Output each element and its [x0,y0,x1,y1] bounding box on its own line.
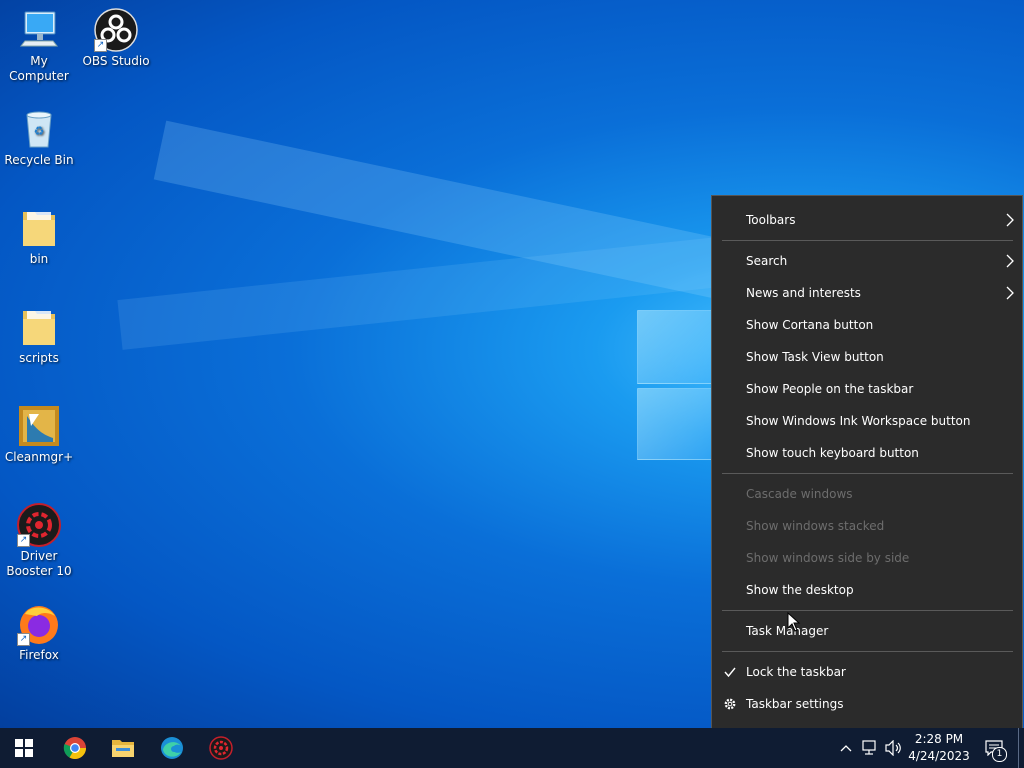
folder-icon [17,206,61,250]
menu-item-news-and-interests[interactable]: News and interests [712,278,1022,308]
edge-button[interactable] [148,728,196,768]
shortcut-arrow-icon: ↗ [94,39,107,52]
menu-separator [722,240,1013,241]
menu-item-label: Show touch keyboard button [746,446,919,460]
menu-item-label: Show the desktop [746,583,854,597]
folder-icon [112,740,134,757]
menu-item-show-cortana-button[interactable]: Show Cortana button [712,310,1022,340]
clock-time: 2:28 PM [914,732,964,746]
menu-item-search[interactable]: Search [712,246,1022,276]
menu-item-show-touch-keyboard[interactable]: Show touch keyboard button [712,438,1022,468]
chevron-right-icon [1006,286,1014,300]
desktop-icon-bin[interactable]: bin [0,206,79,267]
menu-item-label: Cascade windows [746,487,853,501]
folder-icon [17,305,61,349]
windows-logo-icon [15,739,33,757]
desktop-icon-label: bin [29,252,49,266]
network-button[interactable] [861,738,881,758]
menu-item-label: Search [746,254,788,268]
firefox-icon: ↗ [17,602,61,646]
svg-text:♻: ♻ [34,124,45,138]
menu-item-label: Show windows stacked [746,519,885,533]
desktop-icon-label: scripts [19,351,59,365]
desktop-icon-label: Driver Booster 10 [6,549,72,578]
menu-item-show-people[interactable]: Show People on the taskbar [712,374,1022,404]
menu-item-label: Show windows side by side [746,551,910,565]
chevron-up-icon [840,745,852,752]
notification-count-badge: 1 [992,747,1007,762]
wallpaper-logo-pane [637,310,713,384]
menu-item-label: Taskbar settings [746,697,844,711]
cleanmgr-icon [17,404,61,448]
menu-item-label: Show Windows Ink Workspace button [746,414,971,428]
menu-item-toolbars[interactable]: Toolbars [712,205,1022,235]
desktop-icon-label: Recycle Bin [4,153,74,167]
desktop-icon-driver-booster[interactable]: ↗ Driver Booster 10 [0,503,79,579]
menu-item-label: Show People on the taskbar [746,382,914,396]
menu-item-lock-the-taskbar[interactable]: Lock the taskbar [712,657,1022,687]
chevron-right-icon [1006,213,1014,227]
menu-item-show-windows-side-by-side: Show windows side by side [712,543,1022,573]
menu-item-label: Show Task View button [746,350,884,364]
menu-item-label: News and interests [746,286,861,300]
checkmark-icon [724,667,736,678]
clock-date: 4/24/2023 [908,749,970,763]
desktop-icon-cleanmgr[interactable]: Cleanmgr+ [0,404,79,465]
menu-item-cascade-windows: Cascade windows [712,479,1022,509]
desktop-icon-firefox[interactable]: ↗ Firefox [0,602,79,663]
menu-item-show-windows-ink[interactable]: Show Windows Ink Workspace button [712,406,1022,436]
driver-booster-icon [209,736,233,760]
chevron-right-icon [1006,254,1014,268]
shortcut-arrow-icon: ↗ [17,534,30,547]
menu-item-show-windows-stacked: Show windows stacked [712,511,1022,541]
desktop-icon-recycle-bin[interactable]: ♻ Recycle Bin [0,107,79,168]
menu-item-show-task-view-button[interactable]: Show Task View button [712,342,1022,372]
gear-icon [724,698,736,710]
desktop-icon-label: OBS Studio [82,54,150,68]
edge-icon [161,737,183,759]
desktop-icon-label: Cleanmgr+ [4,450,74,464]
start-button[interactable] [0,728,48,768]
mouse-cursor-icon [787,612,801,632]
desktop-icon-label: My Computer [9,54,69,83]
chrome-icon [63,737,86,759]
desktop-icon-scripts[interactable]: scripts [0,305,79,366]
speaker-icon [885,740,901,756]
shortcut-arrow-icon: ↗ [17,633,30,646]
computer-icon [17,8,61,52]
taskbar[interactable]: 2:28 PM 4/24/2023 1 [0,728,1024,768]
file-explorer-button[interactable] [99,728,147,768]
taskbar-context-menu: Toolbars Search News and interests Show … [711,195,1023,729]
volume-button[interactable] [884,738,904,758]
menu-separator [722,610,1013,611]
recycle-bin-icon: ♻ [17,107,61,151]
wallpaper-logo-pane [637,388,713,460]
show-desktop-button[interactable] [1018,728,1019,768]
network-icon [862,740,876,755]
menu-item-label: Lock the taskbar [746,665,846,679]
menu-item-show-the-desktop[interactable]: Show the desktop [712,575,1022,605]
driver-booster-icon: ↗ [17,503,61,547]
obs-icon: ↗ [94,8,138,52]
desktop-icon-label: Firefox [19,648,59,662]
menu-item-label: Show Cortana button [746,318,874,332]
menu-separator [722,473,1013,474]
chrome-button[interactable] [51,728,99,768]
show-hidden-icons-button[interactable] [836,738,856,758]
taskbar-clock[interactable]: 2:28 PM 4/24/2023 [904,731,974,765]
menu-item-taskbar-settings[interactable]: Taskbar settings [712,689,1022,719]
menu-item-label: Toolbars [746,213,796,227]
menu-separator [722,651,1013,652]
desktop-icon-obs-studio[interactable]: ↗ OBS Studio [76,8,156,69]
action-center-button[interactable]: 1 [982,738,1007,762]
driver-booster-button[interactable] [197,728,245,768]
menu-item-task-manager[interactable]: Task Manager [712,616,1022,646]
desktop-icon-my-computer[interactable]: My Computer [0,8,79,84]
